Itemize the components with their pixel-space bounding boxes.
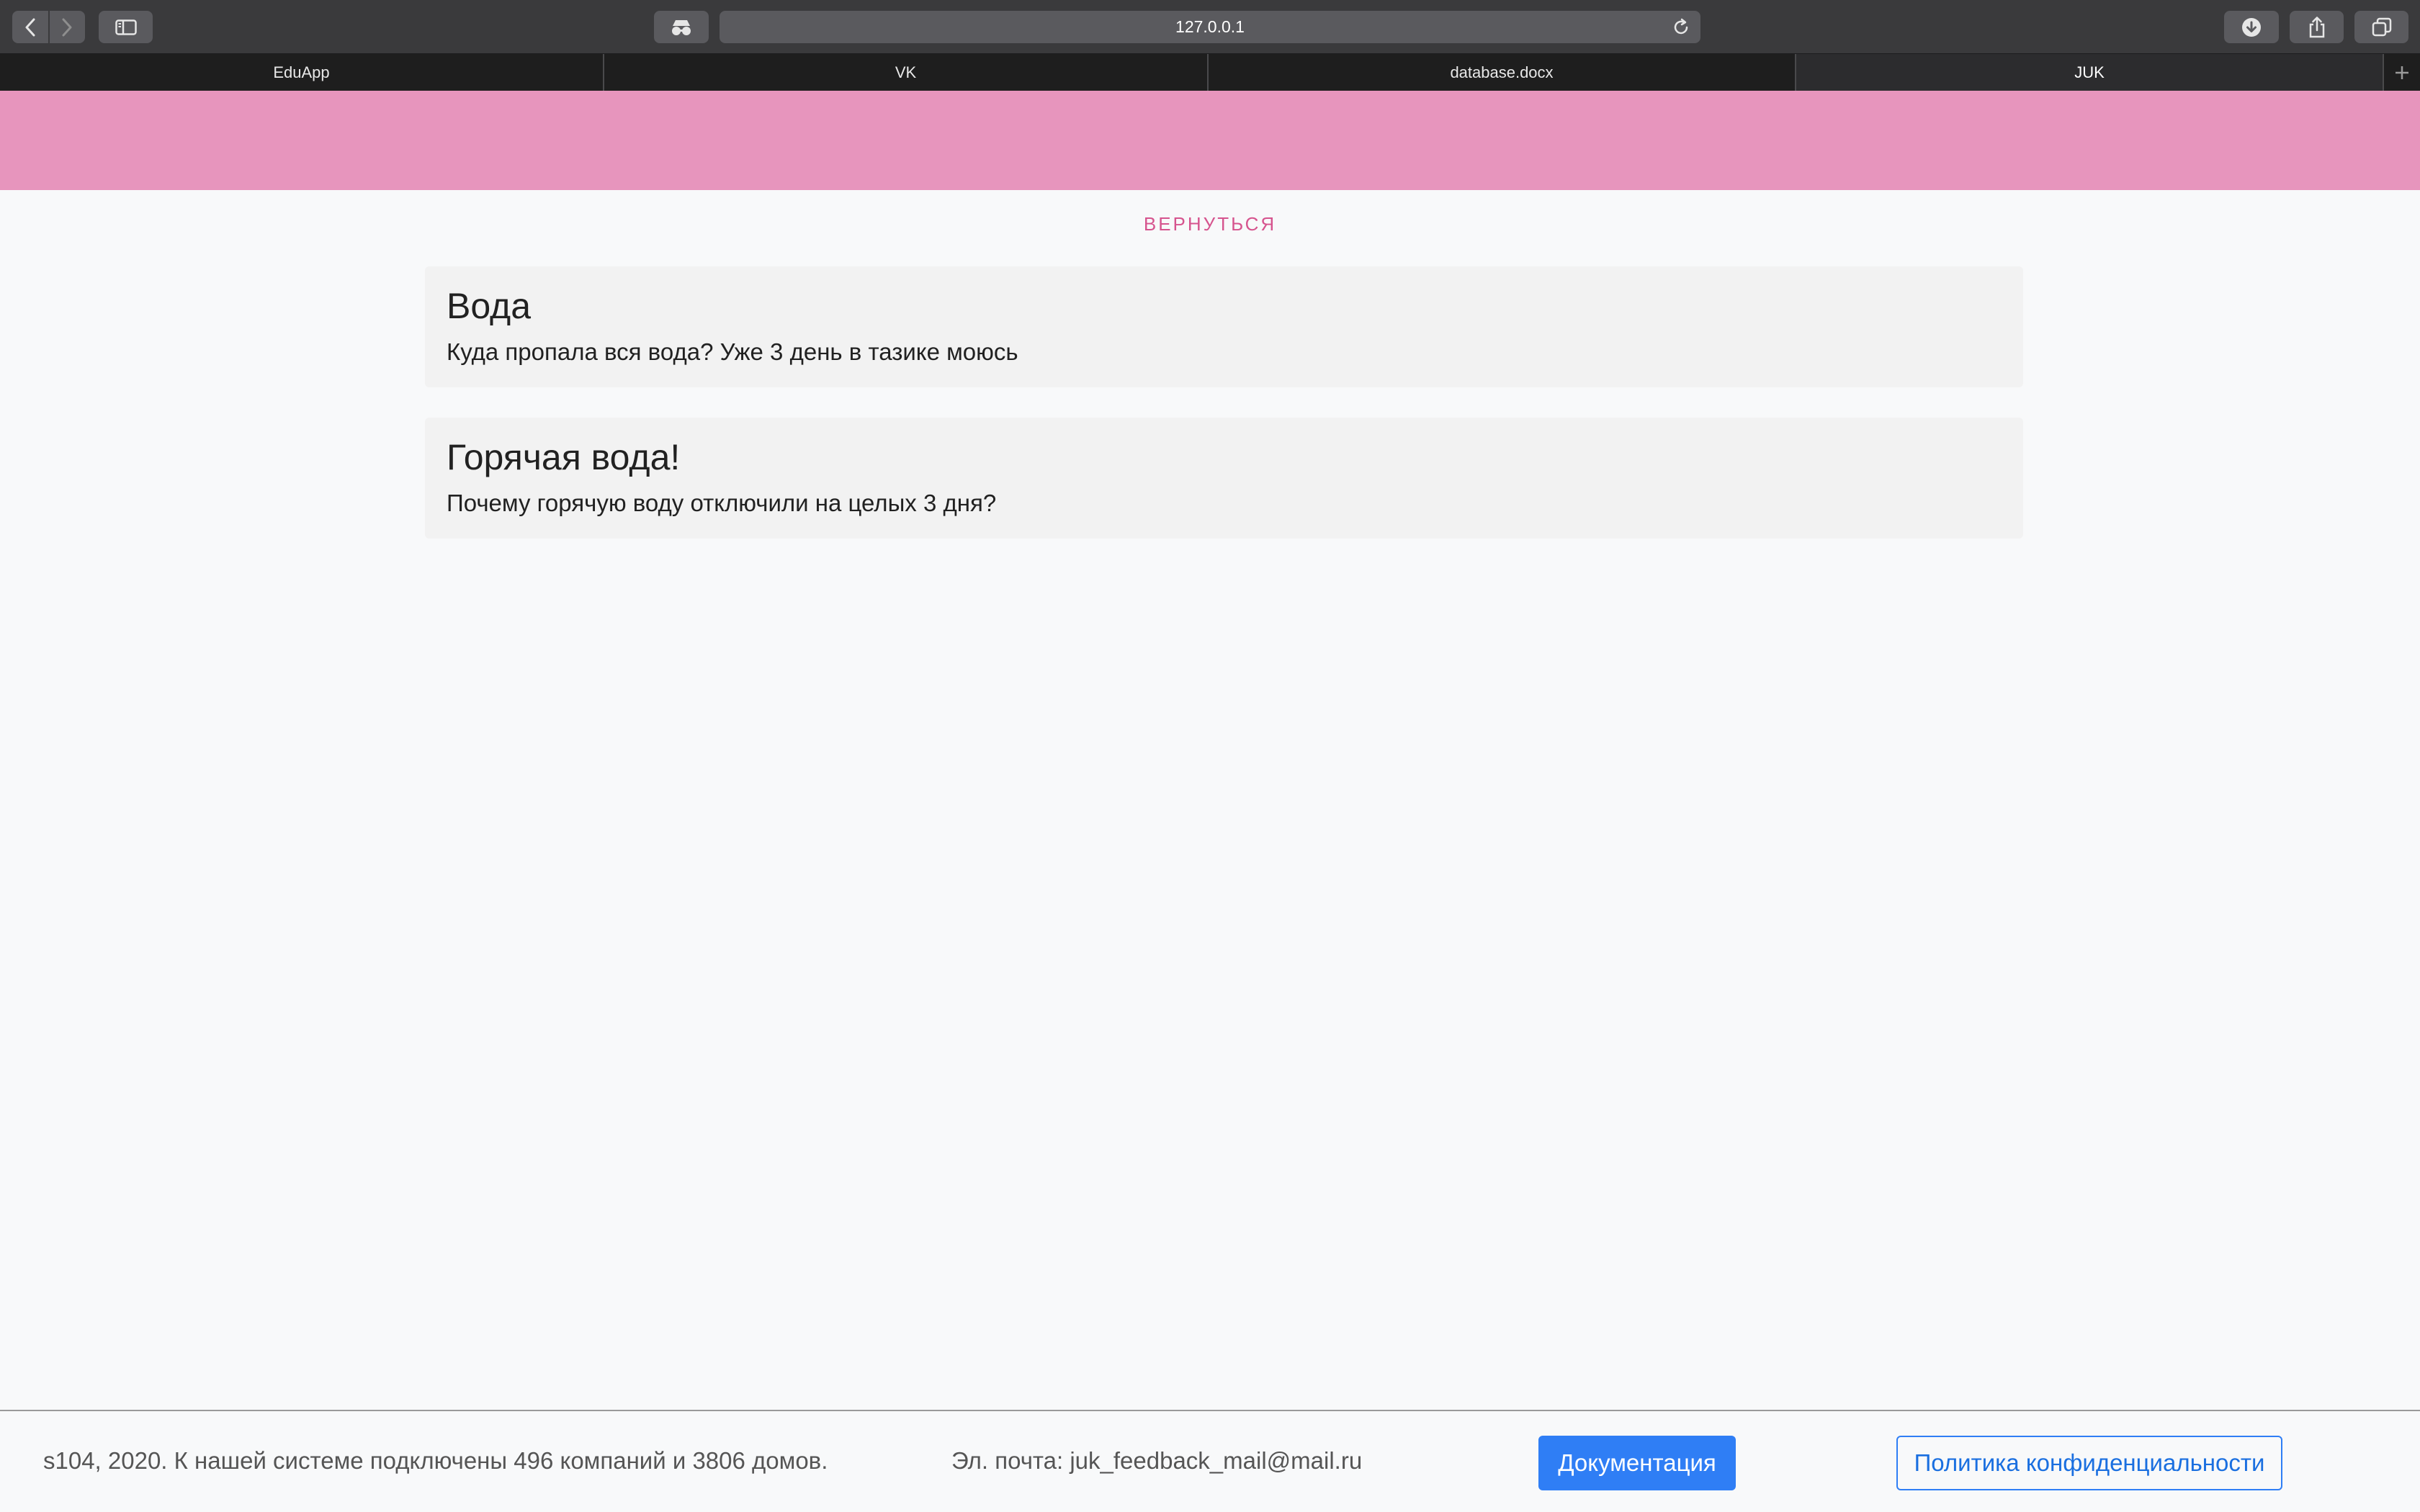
tab-vk[interactable]: VK — [604, 54, 1209, 91]
back-link[interactable]: ВЕРНУТЬСЯ — [0, 213, 2420, 235]
share-icon — [2309, 16, 2324, 37]
history-nav — [12, 11, 85, 43]
chevron-left-icon — [25, 18, 35, 36]
card-title: Вода — [447, 286, 532, 326]
tab-juk[interactable]: JUK — [1796, 54, 2384, 91]
back-nav-button[interactable] — [12, 11, 48, 43]
footer-email: Эл. почта: juk_feedback_mail@mail.ru — [951, 1447, 1363, 1474]
page-footer: s104, 2020. К нашей системе подключены 4… — [0, 1410, 2420, 1512]
forward-nav-button[interactable] — [48, 11, 86, 43]
url-text: 127.0.0.1 — [1175, 17, 1245, 36]
share-button[interactable] — [2290, 11, 2344, 43]
download-icon — [2242, 17, 2261, 37]
tab-eduapp[interactable]: EduApp — [0, 54, 604, 91]
address-bar[interactable]: 127.0.0.1 — [720, 11, 1700, 43]
reader-mode-button[interactable] — [654, 11, 709, 43]
incognito-icon — [672, 19, 691, 35]
chevron-right-icon — [62, 18, 72, 36]
downloads-button[interactable] — [2224, 11, 2279, 43]
tab-overview-button[interactable] — [2354, 11, 2408, 43]
sidebar-toggle-button[interactable] — [99, 11, 153, 43]
privacy-policy-button[interactable]: Политика конфиденциальности — [1896, 1436, 2282, 1490]
sidebar-icon — [115, 19, 137, 35]
browser-toolbar: 127.0.0.1 — [0, 0, 2420, 54]
question-card[interactable]: Вода Куда пропала вся вода? Уже 3 день в… — [425, 266, 2023, 387]
reload-icon[interactable] — [1672, 18, 1690, 37]
tab-database-docx[interactable]: database.docx — [1209, 54, 1796, 91]
header-banner — [0, 91, 2420, 190]
new-tab-button[interactable] — [2384, 54, 2420, 91]
tab-bar: EduApp VK database.docx JUK — [0, 54, 2420, 91]
card-title: Горячая вода! — [447, 437, 681, 477]
plus-icon — [2396, 66, 2408, 79]
question-card[interactable]: Горячая вода! Почему горячую воду отключ… — [425, 418, 2023, 539]
documentation-button[interactable]: Документация — [1538, 1436, 1736, 1490]
card-text: Куда пропала вся вода? Уже 3 день в тази… — [447, 338, 1018, 365]
card-text: Почему горячую воду отключили на целых 3… — [447, 490, 997, 516]
tabs-icon — [2372, 17, 2391, 36]
footer-copyright: s104, 2020. К нашей системе подключены 4… — [43, 1447, 828, 1474]
